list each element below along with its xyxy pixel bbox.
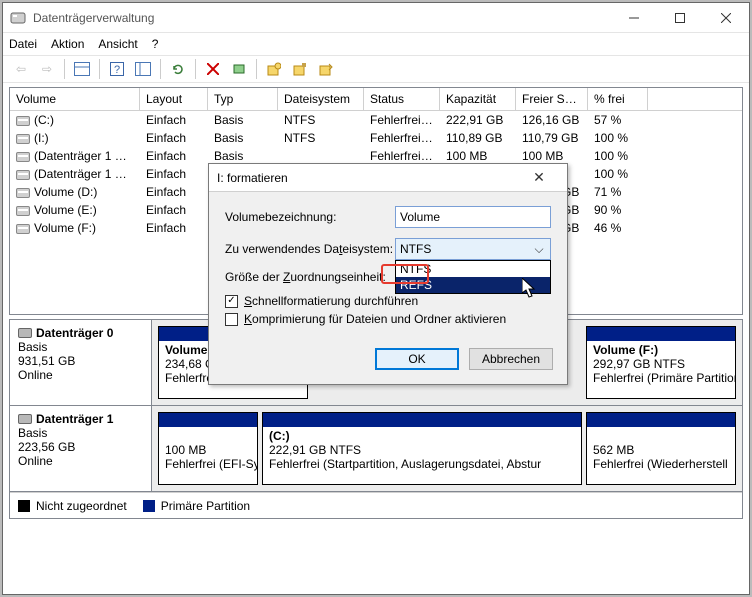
delete-icon[interactable] (201, 57, 225, 81)
menu-file[interactable]: Datei (9, 37, 37, 51)
svg-text:?: ? (114, 64, 120, 76)
view-list-button[interactable] (131, 57, 155, 81)
col-filesystem[interactable]: Dateisystem (278, 88, 364, 110)
part-size: 562 MB (593, 443, 634, 457)
disk-title: Datenträger 1 (36, 412, 113, 426)
cancel-button[interactable]: Abbrechen (469, 348, 553, 370)
compression-checkbox[interactable] (225, 313, 238, 326)
disk-icon (18, 414, 32, 424)
toolbar: ⇦ ⇨ ? (3, 55, 749, 83)
col-status[interactable]: Status (364, 88, 440, 110)
compression-label: Komprimierung für Dateien und Ordner akt… (244, 312, 506, 326)
disk-type: Basis (18, 426, 143, 440)
part-status: Fehlerfrei (EFI-Sys (165, 457, 258, 471)
table-row[interactable]: (C:)EinfachBasisNTFSFehlerfrei (...222,9… (10, 111, 742, 129)
grid-header: Volume Layout Typ Dateisystem Status Kap… (10, 88, 742, 111)
disk-size: 931,51 GB (18, 354, 143, 368)
disk-row: Datenträger 1 Basis 223,56 GB Online 100… (10, 406, 742, 492)
quick-format-checkbox[interactable] (225, 295, 238, 308)
partition[interactable]: (C:) 222,91 GB NTFS Fehlerfrei (Startpar… (262, 412, 582, 485)
app-icon (9, 9, 27, 27)
dialog-titlebar: I: formatieren ✕ (209, 164, 567, 192)
col-free[interactable]: Freier Sp... (516, 88, 588, 110)
chevron-down-icon: ⌵ (532, 242, 546, 257)
part-title: Volume (F:) (593, 343, 658, 357)
filesystem-combobox[interactable]: NTFS ⌵ NTFS REFS (395, 238, 551, 260)
dialog-close-button[interactable]: ✕ (519, 164, 559, 192)
quick-format-label: Schnellformatierung durchführen (244, 294, 418, 308)
label-allocation: Größe der Zuordnungseinheit: (225, 270, 395, 284)
col-capacity[interactable]: Kapazität (440, 88, 516, 110)
label-volume-name: Volumebezeichnung: (225, 210, 395, 224)
disk-title: Datenträger 0 (36, 326, 113, 340)
help-button[interactable]: ? (105, 57, 129, 81)
view-split-button[interactable] (70, 57, 94, 81)
label-filesystem: Zu verwendendes Dateisystem: (225, 242, 395, 256)
part-title: (C:) (269, 429, 290, 443)
legend-unallocated: Nicht zugeordnet (18, 499, 127, 513)
part-status: Fehlerfrei (Startpartition, Auslagerungs… (269, 457, 541, 471)
menu-help[interactable]: ? (152, 37, 159, 51)
table-row[interactable]: (I:)EinfachBasisNTFSFehlerfrei (...110,8… (10, 129, 742, 147)
new-partition-button[interactable] (262, 57, 286, 81)
dialog-title: I: formatieren (217, 171, 519, 185)
window-title: Datenträgerverwaltung (33, 11, 611, 25)
legend-primary: Primäre Partition (143, 499, 250, 513)
filesystem-dropdown: NTFS REFS (395, 260, 551, 294)
part-status: Fehlerfrei (Wiederherstell (593, 457, 728, 471)
part-size: 222,91 GB NTFS (269, 443, 361, 457)
menubar: Datei Aktion Ansicht ? (3, 33, 749, 55)
nav-back-button[interactable]: ⇦ (9, 57, 33, 81)
menu-view[interactable]: Ansicht (98, 37, 137, 51)
fs-option-ntfs[interactable]: NTFS (396, 261, 550, 277)
disk-info[interactable]: Datenträger 1 Basis 223,56 GB Online (10, 406, 152, 491)
disk-type: Basis (18, 340, 143, 354)
partition[interactable]: 562 MB Fehlerfrei (Wiederherstell (586, 412, 736, 485)
disk-icon (18, 328, 32, 338)
partition[interactable]: Volume (F:) 292,97 GB NTFS Fehlerfrei (P… (586, 326, 736, 399)
format-dialog: I: formatieren ✕ Volumebezeichnung: Zu v… (208, 163, 568, 385)
maximize-button[interactable] (657, 3, 703, 33)
fs-option-refs[interactable]: REFS (396, 277, 550, 293)
part-status: Fehlerfrei (Primäre Partition) (593, 371, 736, 385)
nav-fwd-button[interactable]: ⇨ (35, 57, 59, 81)
disk-info[interactable]: Datenträger 0 Basis 931,51 GB Online (10, 320, 152, 405)
col-pctfree[interactable]: % frei (588, 88, 648, 110)
partition[interactable]: 100 MB Fehlerfrei (EFI-Sys (158, 412, 258, 485)
disk-size: 223,56 GB (18, 440, 143, 454)
minimize-button[interactable] (611, 3, 657, 33)
refresh-button[interactable] (166, 57, 190, 81)
part-size: 292,97 GB NTFS (593, 357, 685, 371)
titlebar: Datenträgerverwaltung (3, 3, 749, 33)
legend: Nicht zugeordnet Primäre Partition (10, 492, 742, 518)
extend-button[interactable] (314, 57, 338, 81)
col-volume[interactable]: Volume (10, 88, 140, 110)
menu-action[interactable]: Aktion (51, 37, 84, 51)
filesystem-value: NTFS (400, 242, 532, 256)
close-button[interactable] (703, 3, 749, 33)
ok-button[interactable]: OK (375, 348, 459, 370)
part-size: 100 MB (165, 443, 206, 457)
disk-state: Online (18, 368, 143, 382)
col-layout[interactable]: Layout (140, 88, 208, 110)
col-type[interactable]: Typ (208, 88, 278, 110)
new-mirror-button[interactable] (288, 57, 312, 81)
volume-name-input[interactable] (395, 206, 551, 228)
disk-state: Online (18, 454, 143, 468)
disk-props-button[interactable] (227, 57, 251, 81)
